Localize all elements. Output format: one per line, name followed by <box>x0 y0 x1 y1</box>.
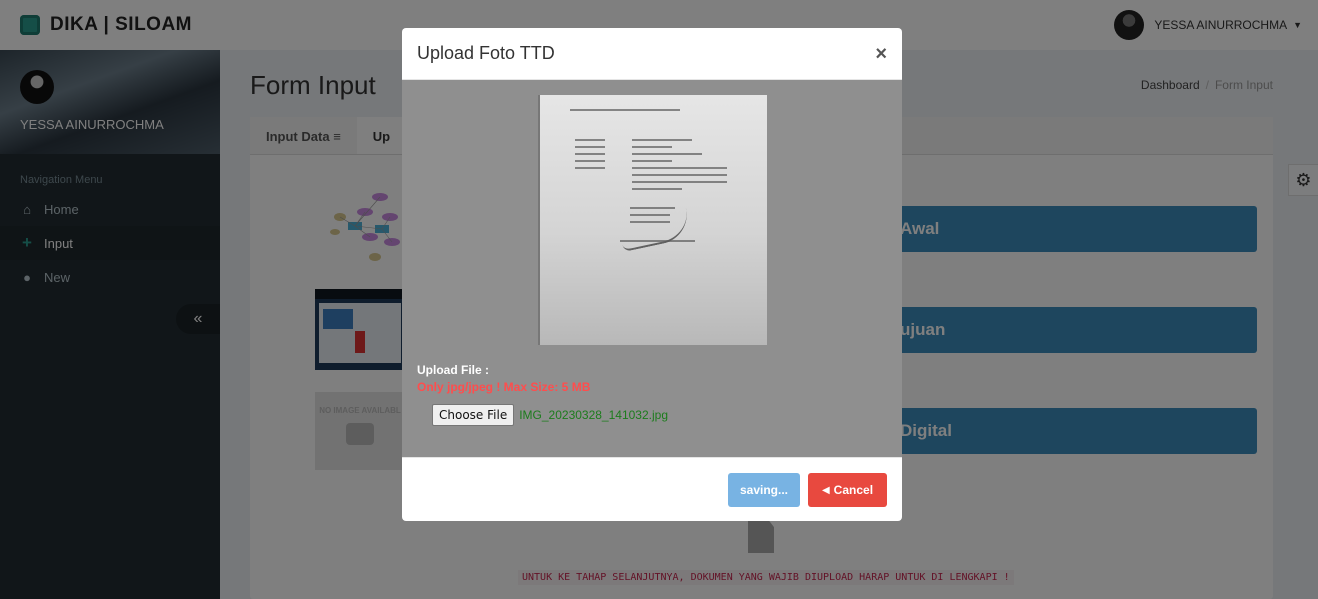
cancel-button[interactable]: ◀ Cancel <box>808 473 887 507</box>
file-input[interactable]: Choose File IMG_20230328_141032.jpg <box>432 404 668 426</box>
upload-file-label: Upload File : <box>417 363 489 377</box>
modal-body: Upload File : Only jpg/jpeg ! Max Size: … <box>402 80 902 457</box>
selected-file-name: IMG_20230328_141032.jpg <box>519 408 668 422</box>
modal-footer: saving... ◀ Cancel <box>402 457 902 521</box>
close-icon[interactable]: × <box>875 44 887 64</box>
choose-file-button[interactable]: Choose File <box>432 404 515 426</box>
image-preview <box>538 95 767 345</box>
upload-file-hint: Only jpg/jpeg ! Max Size: 5 MB <box>417 380 591 394</box>
signature-mark <box>617 208 693 252</box>
modal-header: Upload Foto TTD × <box>402 28 902 80</box>
save-button[interactable]: saving... <box>728 473 800 507</box>
backward-icon: ◀ <box>821 484 830 496</box>
cancel-label: Cancel <box>833 483 874 497</box>
modal-title: Upload Foto TTD <box>417 43 555 63</box>
upload-modal: Upload Foto TTD × Upload File : Only jpg… <box>402 28 902 521</box>
